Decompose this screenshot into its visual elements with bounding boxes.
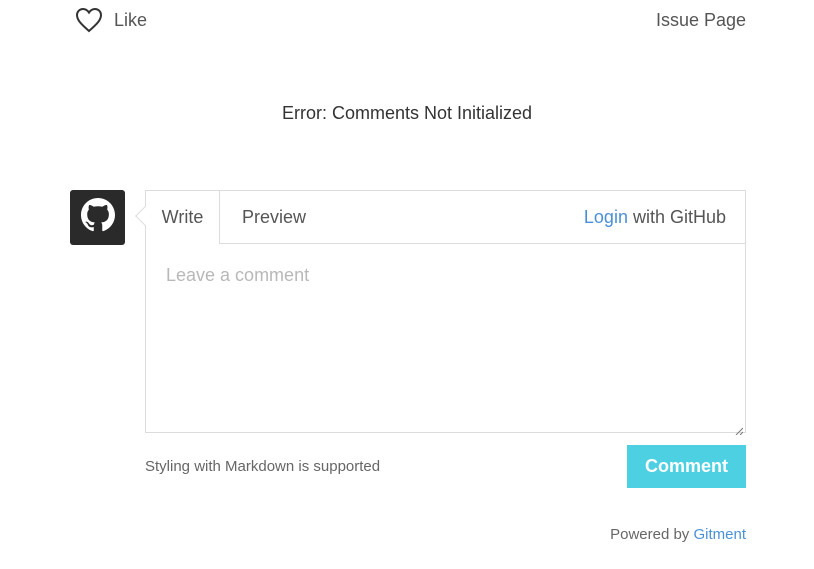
- tab-write[interactable]: Write: [146, 191, 220, 244]
- markdown-tip: Styling with Markdown is supported: [145, 458, 381, 475]
- issue-page-link[interactable]: Issue Page: [656, 10, 746, 31]
- powered-prefix: Powered by: [610, 526, 694, 543]
- login-prompt: Login with GitHub: [584, 191, 726, 243]
- login-link[interactable]: Login: [584, 207, 628, 227]
- github-icon: [80, 198, 115, 237]
- avatar[interactable]: [70, 190, 125, 245]
- gitment-link[interactable]: Gitment: [693, 526, 746, 543]
- comment-button[interactable]: Comment: [627, 445, 746, 488]
- error-message: Error: Comments Not Initialized: [281, 103, 533, 123]
- like-label: Like: [114, 9, 148, 30]
- editor-tabs: Write Preview Login with GitHub: [146, 191, 745, 244]
- comment-editor: Write Preview Login with GitHub: [135, 190, 746, 436]
- powered-by: Powered by Gitment: [610, 526, 746, 543]
- login-suffix: with GitHub: [627, 207, 726, 227]
- resize-handle-icon[interactable]: [735, 422, 744, 436]
- heart-icon: [75, 7, 103, 33]
- like-button[interactable]: Like: [75, 7, 147, 33]
- tab-preview[interactable]: Preview: [242, 191, 306, 243]
- comment-input[interactable]: [146, 244, 745, 432]
